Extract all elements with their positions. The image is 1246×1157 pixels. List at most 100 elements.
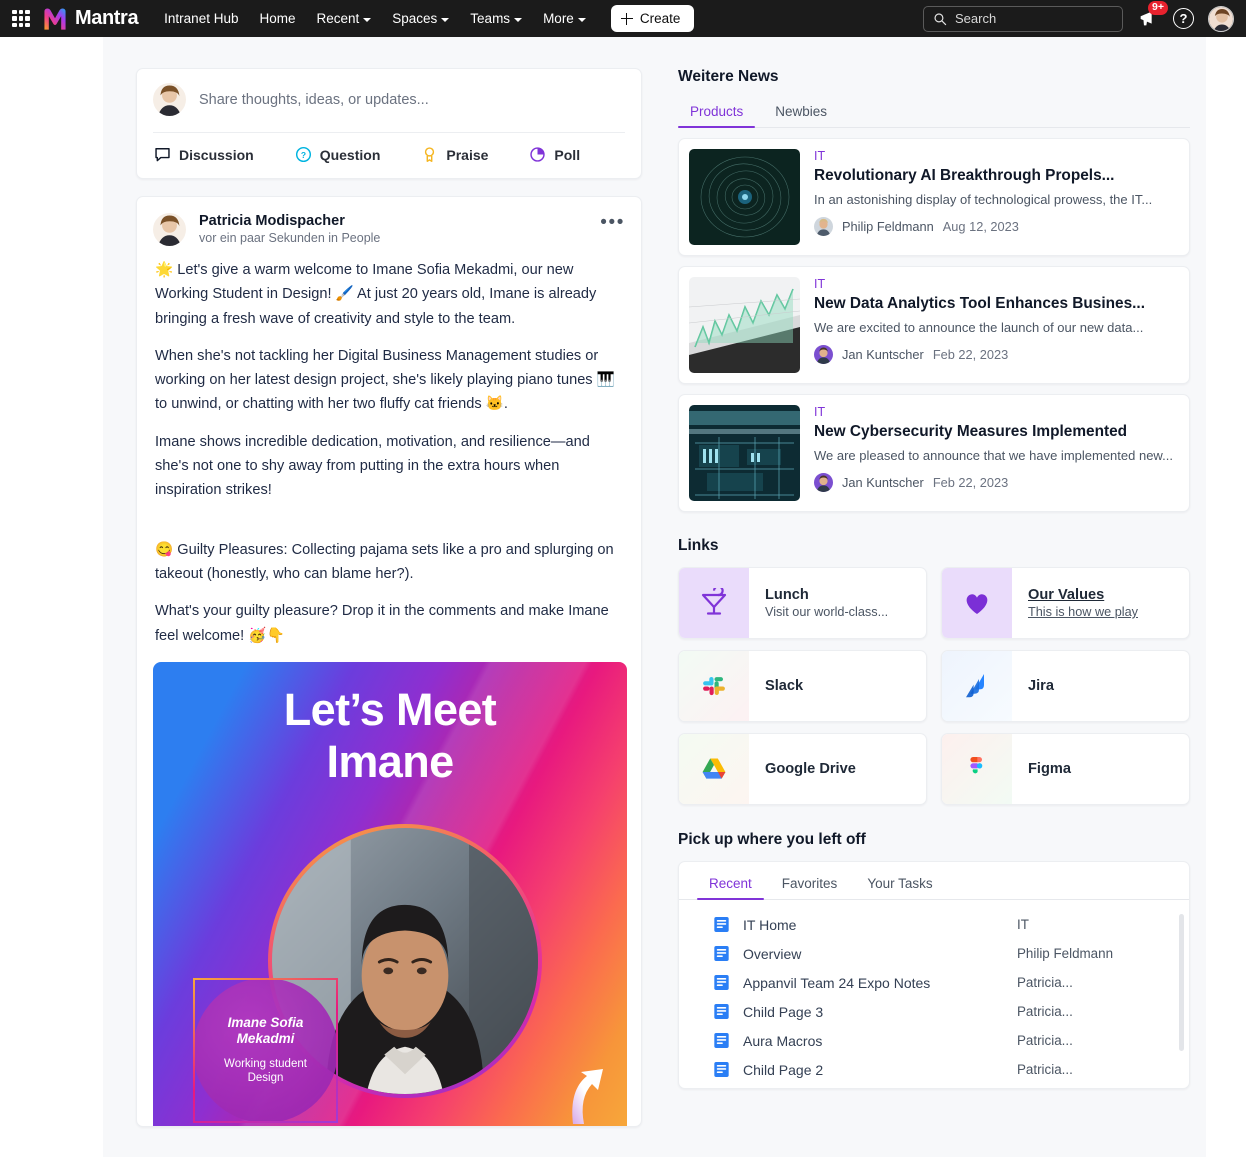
link-text: Slack: [749, 678, 803, 694]
post-paragraph: 🌟 Let's give a warm welcome to Imane Sof…: [155, 262, 597, 327]
post-author-name: Patricia Modispacher: [199, 213, 345, 229]
tab-favorites[interactable]: Favorites: [770, 870, 850, 899]
search-input[interactable]: Search: [923, 5, 1123, 32]
arrow-swoosh-icon: [572, 1068, 603, 1124]
news-description: In an astonishing display of technologic…: [814, 192, 1153, 207]
nav-item-more[interactable]: More: [543, 11, 586, 26]
list-item[interactable]: Overview Philip Feldmann: [679, 939, 1189, 968]
composer-action-discussion[interactable]: Discussion: [154, 146, 254, 163]
news-footer: Jan Kuntscher Feb 22, 2023: [814, 345, 1145, 364]
bubble-name-line-2: Mekadmi: [236, 1031, 295, 1047]
link-icon-wrap: [679, 651, 749, 721]
analytics-chart-image: [689, 277, 800, 373]
tab-recent[interactable]: Recent: [697, 870, 764, 901]
list-item-name: Child Page 3: [743, 1003, 824, 1020]
post-more-options-button[interactable]: •••: [600, 213, 625, 232]
link-text: Our Values This is how we play: [1012, 587, 1138, 619]
google-drive-icon: [702, 758, 726, 779]
help-button[interactable]: ?: [1173, 8, 1194, 29]
composer-action-praise[interactable]: Praise: [421, 146, 488, 163]
pickup-heading: Pick up where you left off: [678, 831, 866, 848]
notifications-button[interactable]: 9+: [1137, 0, 1168, 30]
news-author: Philip Feldmann: [842, 219, 934, 234]
post-author-avatar[interactable]: [153, 213, 186, 246]
two-column-layout: Share thoughts, ideas, or updates... Dis…: [103, 37, 1206, 1157]
figma-icon: [970, 757, 983, 774]
link-icon-wrap: [679, 734, 749, 804]
nav-label: Teams: [470, 11, 511, 26]
composer-action-poll[interactable]: Poll: [529, 146, 580, 163]
page-document-icon: [714, 1061, 729, 1078]
mantra-m-icon: [44, 7, 66, 30]
brand-name: Mantra: [75, 7, 139, 29]
avatar-image: [814, 473, 833, 492]
link-card-slack[interactable]: Slack: [678, 650, 927, 722]
news-thumbnail: [689, 277, 800, 373]
top-navigation-bar: Mantra Intranet Hub Home Recent Spaces T…: [0, 0, 1246, 37]
pickup-list: IT Home IT Overview Philip Feldmann Appa…: [679, 900, 1189, 1084]
news-title: New Cybersecurity Measures Implemented: [814, 423, 1128, 440]
news-card[interactable]: IT New Data Analytics Tool Enhances Busi…: [678, 266, 1190, 384]
news-tabs: Products Newbies: [678, 98, 1190, 129]
news-text-block: IT New Cybersecurity Measures Implemente…: [814, 405, 1173, 501]
news-description: We are excited to announce the launch of…: [814, 320, 1144, 335]
link-title: Lunch: [765, 587, 809, 603]
news-footer: Philip Feldmann Aug 12, 2023: [814, 217, 1152, 236]
news-card[interactable]: IT New Cybersecurity Measures Implemente…: [678, 394, 1190, 512]
nav-item-spaces[interactable]: Spaces: [392, 11, 450, 26]
news-thumbnail: [689, 405, 800, 501]
news-category: IT: [814, 405, 826, 419]
circuit-board-image: [689, 405, 800, 501]
tab-products[interactable]: Products: [678, 98, 756, 129]
post-attached-image[interactable]: Let’s Meet Imane Imane Sofia Mekadmi Wor…: [153, 661, 627, 1126]
post-header: Patricia Modispacher vor ein paar Sekund…: [137, 197, 641, 254]
page-document-icon: [714, 1003, 729, 1020]
composer-action-question[interactable]: ? Question: [295, 146, 380, 163]
brand-logo[interactable]: Mantra: [42, 6, 139, 32]
link-title: Jira: [1028, 678, 1054, 694]
news-footer: Jan Kuntscher Feb 22, 2023: [814, 473, 1173, 492]
nav-item-recent[interactable]: Recent: [316, 11, 372, 26]
list-item[interactable]: Child Page 2 Patricia...: [679, 1055, 1189, 1084]
help-label: ?: [1179, 11, 1188, 26]
page-document-icon: [714, 974, 729, 991]
link-text: Lunch Visit our world-class...: [749, 587, 888, 619]
user-avatar[interactable]: [1208, 5, 1234, 32]
create-button[interactable]: Create: [610, 5, 695, 32]
tab-newbies[interactable]: Newbies: [763, 98, 839, 127]
nav-item-intranet-hub[interactable]: Intranet Hub: [164, 11, 238, 26]
page-document-icon: [714, 945, 729, 962]
primary-nav: Intranet Hub Home Recent Spaces Teams Mo…: [164, 11, 586, 26]
news-author-avatar: [814, 217, 833, 236]
cocktail-glass-icon: [701, 588, 727, 615]
poster-name-bubble: Imane Sofia Mekadmi Working student Desi…: [193, 977, 338, 1123]
list-item[interactable]: Appanvil Team 24 Expo Notes Patricia...: [679, 968, 1189, 997]
list-item[interactable]: Child Page 3 Patricia...: [679, 997, 1189, 1026]
link-title: Google Drive: [765, 761, 856, 777]
link-card-lunch[interactable]: Lunch Visit our world-class...: [678, 567, 927, 639]
nav-item-teams[interactable]: Teams: [470, 11, 523, 26]
link-card-our-values[interactable]: Our Values This is how we play: [941, 567, 1190, 639]
post-composer-card: Share thoughts, ideas, or updates... Dis…: [136, 68, 642, 179]
post-timestamp: vor ein paar Sekunden in People: [199, 231, 381, 245]
app-switcher-icon[interactable]: [12, 9, 30, 28]
news-card[interactable]: IT Revolutionary AI Breakthrough Propels…: [678, 138, 1190, 256]
link-icon-wrap: [679, 568, 749, 638]
chevron-down-icon: [363, 17, 372, 22]
link-card-figma[interactable]: Figma: [941, 733, 1190, 805]
link-card-jira[interactable]: Jira: [941, 650, 1190, 722]
nav-item-home[interactable]: Home: [259, 11, 295, 26]
avatar-image: [814, 345, 833, 364]
create-button-label: Create: [639, 11, 681, 26]
list-item[interactable]: Aura Macros Patricia...: [679, 1026, 1189, 1055]
pickup-scrollbar-thumb[interactable]: [1179, 914, 1184, 1051]
nav-label: Spaces: [392, 11, 438, 26]
news-description: We are pleased to announce that we have …: [814, 448, 1173, 463]
link-title: Our Values: [1028, 587, 1105, 603]
question-circle-icon: ?: [295, 146, 311, 163]
composer-input-row[interactable]: Share thoughts, ideas, or updates...: [137, 69, 641, 132]
list-item[interactable]: IT Home IT: [679, 910, 1189, 939]
tab-your-tasks[interactable]: Your Tasks: [855, 870, 944, 899]
plus-icon: [620, 12, 633, 25]
link-card-google-drive[interactable]: Google Drive: [678, 733, 927, 805]
